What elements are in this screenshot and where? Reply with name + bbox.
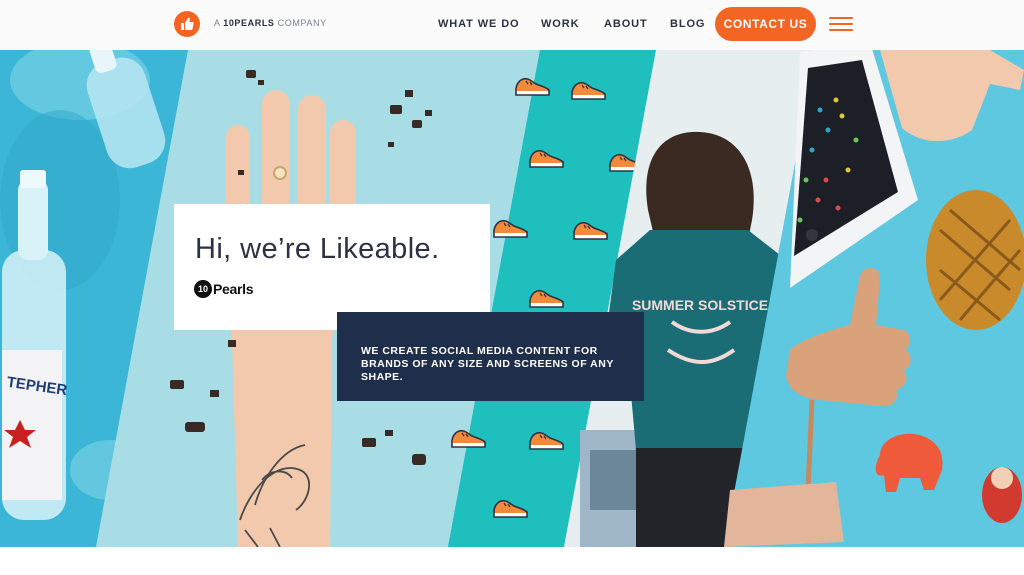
contact-us-button[interactable]: CONTACT US — [715, 7, 816, 41]
hero-collage: TEPHER SUMMER SOLSTICE — [0, 50, 1024, 547]
company-prefix: A — [214, 18, 221, 28]
ring-icon — [273, 166, 287, 180]
nav-blog[interactable]: BLOG — [670, 18, 705, 30]
company-suffix: COMPANY — [277, 18, 327, 28]
matryoshka-doll — [982, 467, 1022, 523]
nav-what-we-do[interactable]: WHAT WE DO — [438, 18, 520, 30]
pineapple — [926, 190, 1024, 330]
likeable-logo-thumbs-up-icon[interactable] — [174, 11, 200, 37]
nav-about[interactable]: ABOUT — [604, 18, 648, 30]
hero-banner: TEPHER SUMMER SOLSTICE Hi, we’re Likeabl… — [0, 50, 1024, 547]
parent-company-tag: A 10PEARLS COMPANY — [214, 18, 327, 28]
tagline-box: WE CREATE SOCIAL MEDIA CONTENT FOR BRAND… — [337, 312, 644, 401]
tenpearls-badge: 10 — [194, 280, 212, 298]
hamburger-menu-icon[interactable] — [829, 15, 853, 33]
company-name: 10PEARLS — [223, 18, 275, 28]
shirt-print-text: SUMMER SOLSTICE — [632, 297, 768, 313]
nav-work[interactable]: WORK — [541, 18, 579, 30]
hero-headline: Hi, we’re Likeable. — [195, 233, 440, 265]
hero-tagline: WE CREATE SOCIAL MEDIA CONTENT FOR BRAND… — [361, 345, 614, 383]
tenpearls-logo[interactable]: 10 Pearls — [194, 280, 254, 298]
page-bottom-strip — [0, 547, 1024, 575]
site-header: A 10PEARLS COMPANY WHAT WE DO WORK ABOUT… — [0, 0, 1024, 50]
thumbs-up-icon — [181, 17, 194, 30]
tenpearls-wordmark: Pearls — [213, 281, 254, 297]
